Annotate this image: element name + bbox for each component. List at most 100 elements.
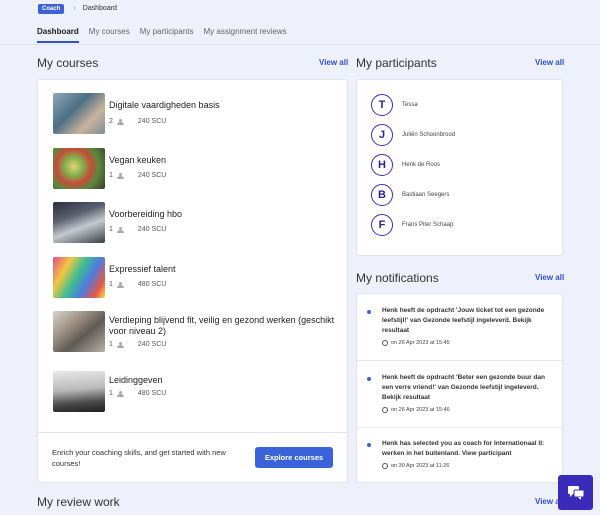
participants-card: T Tessa J Juliën Schoonbrood H Henk de R… — [356, 79, 563, 256]
course-title: Digitale vaardigheden basis — [109, 100, 220, 110]
course-title: Expressief talent — [109, 264, 176, 274]
participant-item[interactable]: T Tessa — [371, 93, 418, 117]
course-scu: 240 SCU — [137, 226, 167, 233]
notifications-card: Henk heeft de opdracht 'Jouw ticket tot … — [356, 293, 564, 483]
courses-section-title: My courses — [37, 56, 99, 70]
course-meta: 1 480 SCU — [109, 281, 166, 288]
course-meta: 2 240 SCU — [109, 118, 166, 125]
cta-text: Enrich your coaching skills, and get sta… — [52, 448, 226, 468]
review-section-title: My review work — [37, 495, 120, 509]
notification-text: Henk heeft de opdracht 'Jouw ticket tot … — [382, 307, 545, 334]
food-bowl-photo — [53, 148, 105, 189]
group-photo — [53, 311, 105, 352]
course-meta: 1 240 SCU — [109, 341, 166, 348]
notification-item[interactable]: Henk heeft de opdracht 'Jouw ticket tot … — [367, 306, 557, 354]
courses-view-all-link[interactable]: View all — [319, 58, 348, 67]
participant-name: Frans Piter Schaap — [402, 222, 454, 228]
people-icon — [116, 172, 124, 179]
notification-text: Henk heeft de opdracht 'Beter een gezond… — [382, 374, 545, 401]
tab-dashboard[interactable]: Dashboard — [37, 27, 79, 43]
course-item[interactable]: Verdieping blijvend fit, veilig en gezon… — [53, 311, 334, 353]
notifications-section-title: My notifications — [356, 271, 439, 285]
tab-bar: Dashboard My courses My participants My … — [37, 27, 287, 43]
people-icon — [116, 226, 124, 233]
avatar: T — [371, 94, 393, 116]
notifications-view-all-link[interactable]: View all — [535, 273, 564, 282]
participant-item[interactable]: F Frans Piter Schaap — [371, 213, 453, 237]
participants-view-all-link[interactable]: View all — [535, 58, 564, 67]
role-badge[interactable]: Coach — [38, 3, 65, 14]
course-meta: 1 240 SCU — [109, 226, 166, 233]
course-title: Voorbereiding hbo — [109, 209, 183, 219]
participant-item[interactable]: B Bastiaan Seegers — [371, 183, 449, 207]
course-item[interactable]: Leidinggeven 1 480 SCU — [53, 371, 323, 413]
notification-date: on 26 Apr 2023 at 15:45 — [382, 340, 450, 346]
study-photo — [53, 202, 105, 243]
participant-name: Tessa — [402, 102, 418, 108]
people-icon — [116, 118, 124, 125]
notification-date-text: on 30 Apr 2023 at 11:26 — [391, 463, 450, 469]
participant-name: Bastiaan Seegers — [402, 192, 450, 198]
participant-item[interactable]: J Juliën Schoonbrood — [371, 123, 455, 147]
course-title: Leidinggeven — [109, 375, 163, 385]
course-scu: 240 SCU — [137, 341, 167, 348]
clock-icon — [382, 340, 388, 346]
participants-section-title: My participants — [356, 56, 437, 70]
avatar: B — [371, 184, 393, 206]
people-icon — [116, 341, 124, 348]
unread-dot-icon — [367, 377, 371, 381]
courses-card: Digitale vaardigheden basis 2 240 SCU Ve… — [37, 79, 348, 483]
people-icon — [116, 390, 124, 397]
participant-item[interactable]: H Henk de Roos — [371, 153, 440, 177]
chat-bubble-icon — [567, 485, 584, 500]
participant-name: Juliën Schoonbrood — [402, 132, 456, 138]
course-title: Vegan keuken — [109, 155, 167, 165]
stage-photo — [53, 371, 105, 412]
chat-button[interactable] — [558, 475, 593, 510]
course-title: Verdieping blijvend fit, veilig en gezon… — [109, 315, 335, 336]
unread-dot-icon — [367, 310, 371, 314]
notification-item[interactable]: Henk has selected you as coach for Inter… — [367, 439, 557, 479]
notification-date: on 30 Apr 2023 at 11:26 — [382, 463, 449, 469]
card-divider — [38, 432, 348, 433]
tab-my-participants[interactable]: My participants — [140, 27, 194, 43]
course-item[interactable]: Vegan keuken 1 240 SCU — [53, 148, 323, 190]
tab-divider — [0, 44, 600, 45]
notification-text: Henk has selected you as coach for Inter… — [382, 440, 545, 457]
laptop-photo — [53, 93, 105, 134]
clock-icon — [382, 463, 388, 469]
notification-item[interactable]: Henk heeft de opdracht 'Beter een gezond… — [367, 373, 557, 421]
participant-count: 1 — [109, 281, 113, 288]
avatar: H — [371, 154, 393, 176]
course-scu: 240 SCU — [137, 118, 167, 125]
course-scu: 480 SCU — [137, 281, 167, 288]
participant-count: 1 — [109, 172, 113, 179]
notification-divider — [357, 360, 564, 361]
course-meta: 1 480 SCU — [109, 390, 166, 397]
clock-icon — [382, 407, 388, 413]
course-scu: 480 SCU — [137, 390, 167, 397]
participant-name: Henk de Roos — [402, 162, 441, 168]
people-icon — [116, 281, 124, 288]
notification-date-text: on 26 Apr 2023 at 15:46 — [391, 407, 450, 413]
chevron-right-icon: › — [73, 5, 76, 12]
notification-date-text: on 26 Apr 2023 at 15:45 — [391, 340, 450, 346]
participant-count: 1 — [109, 226, 113, 233]
notification-divider — [357, 427, 564, 428]
course-item[interactable]: Voorbereiding hbo 1 240 SCU — [53, 202, 323, 244]
avatar: F — [371, 214, 393, 236]
avatar: J — [371, 124, 393, 146]
breadcrumb-current: Dashboard — [82, 5, 117, 12]
notification-date: on 26 Apr 2023 at 15:46 — [382, 407, 450, 413]
participant-count: 2 — [109, 118, 113, 125]
course-item[interactable]: Digitale vaardigheden basis 2 240 SCU — [53, 93, 323, 135]
explore-courses-button[interactable]: Explore courses — [255, 447, 333, 468]
course-scu: 240 SCU — [137, 172, 167, 179]
course-meta: 1 240 SCU — [109, 172, 166, 179]
breadcrumb: Coach › Dashboard — [0, 0, 600, 17]
tab-my-assignment-reviews[interactable]: My assignment reviews — [204, 27, 287, 43]
tab-my-courses[interactable]: My courses — [89, 27, 130, 43]
participant-count: 1 — [109, 341, 113, 348]
course-item[interactable]: Expressief talent 1 480 SCU — [53, 257, 323, 299]
participant-count: 1 — [109, 390, 113, 397]
